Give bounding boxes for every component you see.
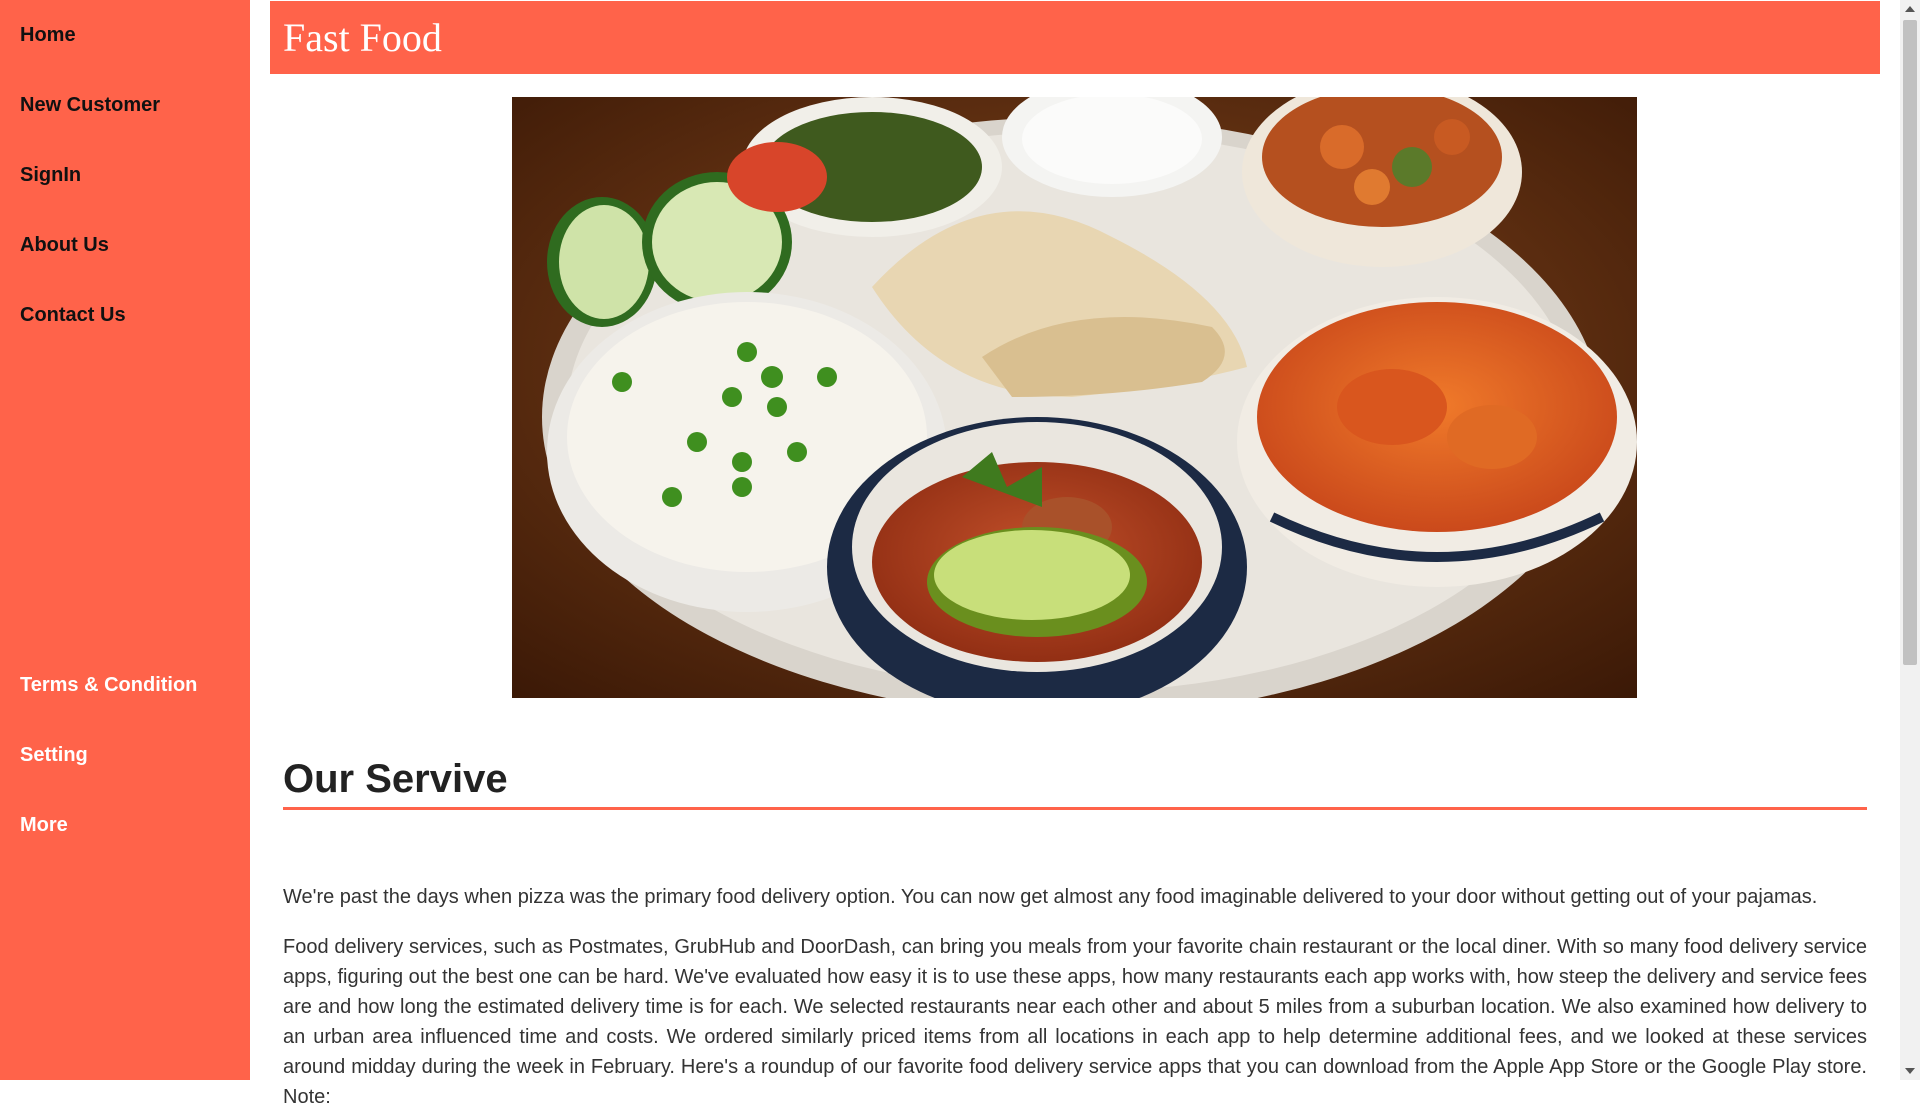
food-plate-illustration (512, 97, 1637, 698)
hero-food-image (512, 97, 1637, 698)
nav-signin[interactable]: SignIn (20, 164, 81, 187)
vertical-scrollbar[interactable] (1900, 0, 1920, 1080)
section-divider (283, 807, 1867, 810)
paragraph-details: Food delivery services, such as Postmate… (283, 936, 1867, 1108)
scroll-down-arrow-icon[interactable] (1905, 1068, 1915, 1074)
header-bar: Fast Food (270, 1, 1880, 74)
nav-more[interactable]: More (20, 814, 68, 837)
nav-setting[interactable]: Setting (20, 744, 88, 767)
nav-new-customer[interactable]: New Customer (20, 94, 160, 117)
scroll-thumb[interactable] (1903, 20, 1917, 665)
paragraph-intro: We're past the days when pizza was the p… (283, 886, 1818, 908)
site-title: Fast Food (283, 15, 442, 60)
sidebar: Home New Customer SignIn About Us Contac… (0, 0, 250, 1080)
nav-terms-condition[interactable]: Terms & Condition (20, 674, 197, 697)
nav-home[interactable]: Home (20, 24, 76, 47)
section-title: Our Servive (283, 757, 508, 801)
nav-contact-us[interactable]: Contact Us (20, 304, 126, 327)
scroll-up-arrow-icon[interactable] (1905, 6, 1915, 12)
nav-about-us[interactable]: About Us (20, 234, 109, 257)
